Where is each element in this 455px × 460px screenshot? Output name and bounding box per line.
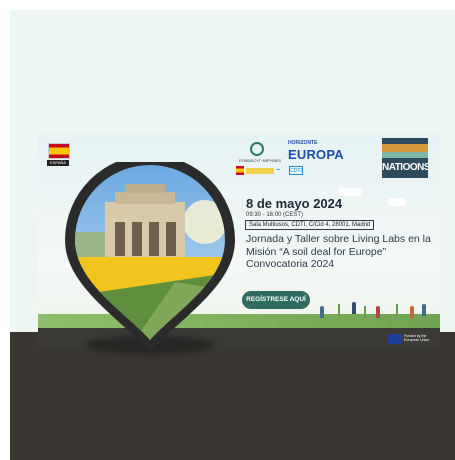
gardener-figure — [320, 306, 324, 318]
sapling-icon — [338, 304, 340, 316]
sapling-icon — [396, 304, 398, 316]
gardener-figure — [352, 302, 356, 314]
register-button[interactable]: REGÍSTRESE AQUÍ — [242, 291, 310, 309]
cloud-decoration — [388, 198, 406, 206]
cdti-logo: CDTI — [289, 166, 303, 175]
government-logos: ~ CDTI — [236, 166, 306, 176]
page-background: ESPAÑA FONDECYT·MIPYMES HORIZONTE EUROPA… — [10, 10, 455, 460]
gardener-figure — [410, 306, 414, 318]
eu-funded-text: Funded by the European Union — [404, 334, 430, 342]
cdti-mark-icon: ~ — [276, 167, 281, 174]
natioons-text: NATIOONS — [382, 162, 428, 173]
event-date: 8 de mayo 2024 — [246, 196, 343, 211]
sapling-icon — [364, 306, 366, 318]
fondecyt-text: FONDECYT·MIPYMES — [239, 158, 281, 163]
logo-band — [382, 144, 428, 152]
fondecyt-emblem-icon — [250, 142, 264, 156]
gardener-figure — [422, 304, 426, 316]
gardener-figure — [376, 306, 380, 318]
event-venue: Sala Multiusos, CDTI, C/Cid 4, 28001, Ma… — [245, 220, 375, 230]
spain-gov-flag-icon — [236, 166, 244, 175]
map-pin-photo-icon — [65, 162, 235, 352]
spain-flag-icon — [48, 143, 70, 159]
logo-band — [382, 152, 428, 158]
eu-flag-icon — [388, 334, 402, 344]
fondecyt-logo: FONDECYT·MIPYMES — [236, 142, 284, 166]
event-time: 09:30 - 16:00 (CEST) — [246, 212, 304, 218]
natioons-logo: NATIOONS — [382, 138, 428, 178]
horizonte-big-text: EUROPA — [288, 147, 344, 162]
ministry-logo — [246, 168, 274, 174]
eu-funded-badge: Funded by the European Union — [388, 333, 436, 345]
horizonte-europa-logo: HORIZONTE EUROPA — [288, 140, 348, 166]
horizonte-small-text: HORIZONTE — [288, 140, 318, 146]
event-title: Jornada y Taller sobre Living Labs en la… — [246, 233, 431, 270]
cloud-decoration — [338, 188, 362, 196]
